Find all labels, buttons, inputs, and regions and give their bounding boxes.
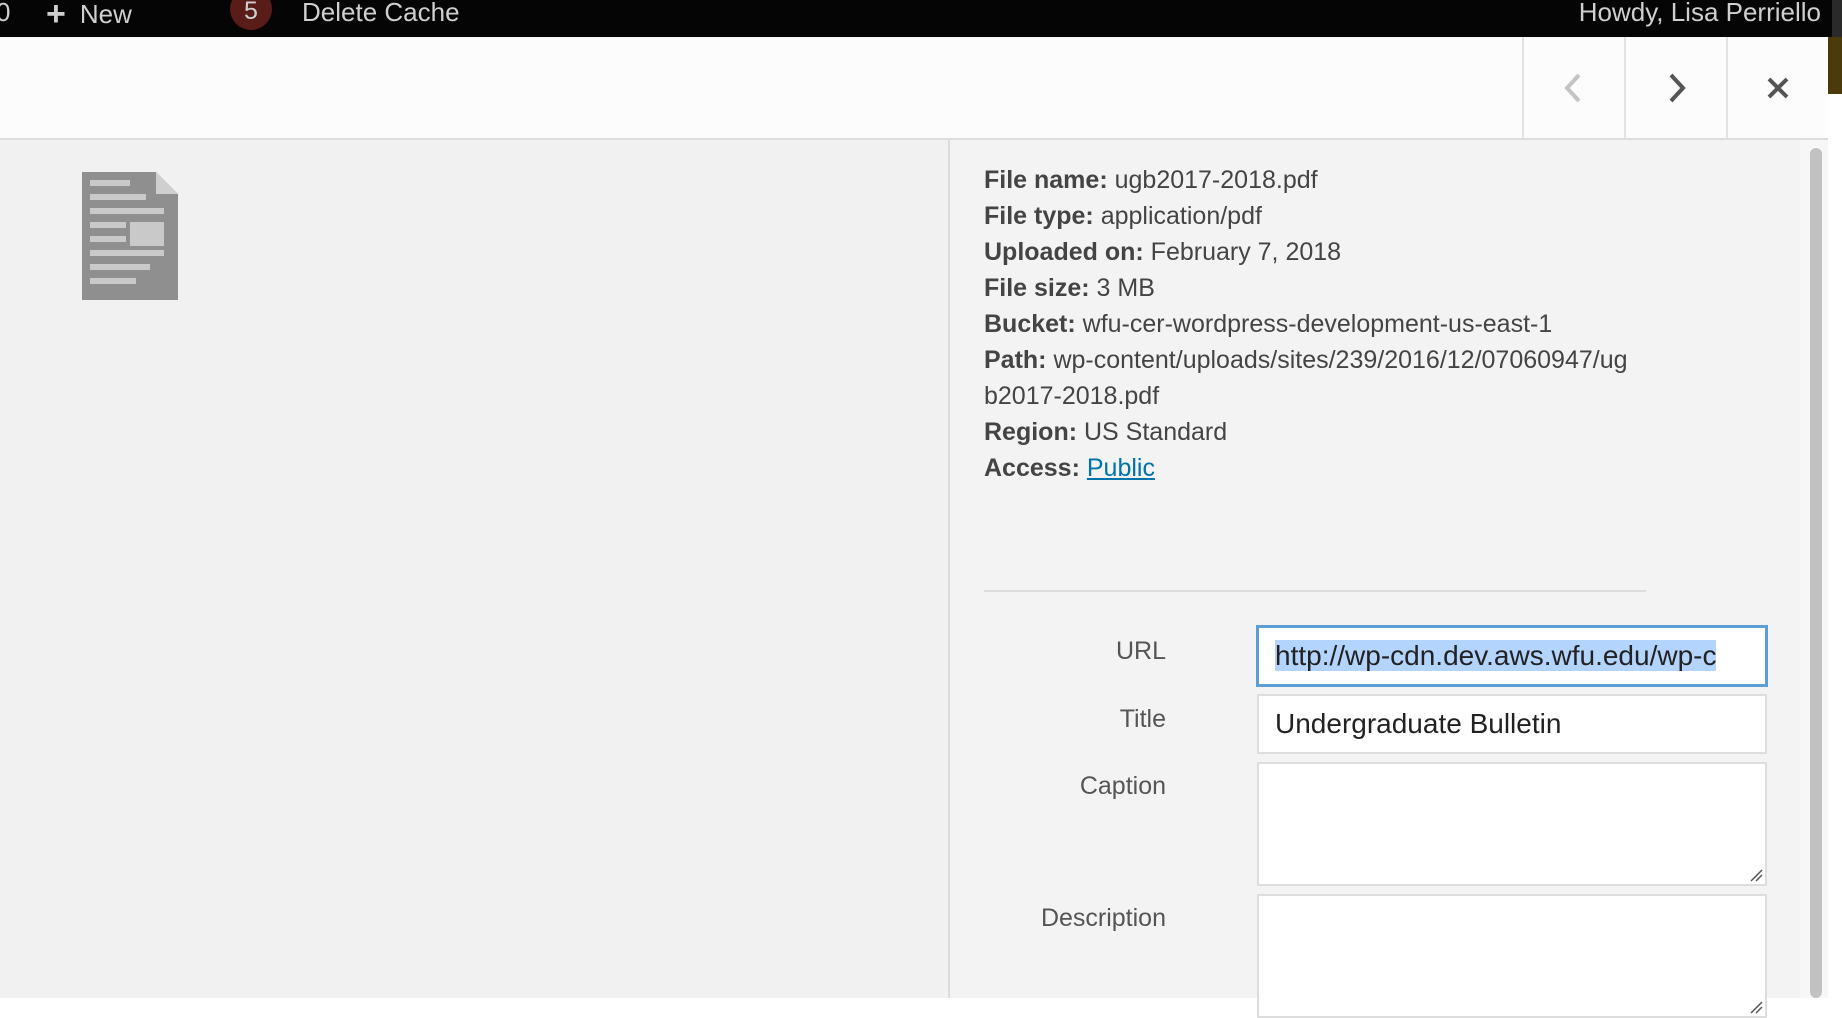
region-label: Region: xyxy=(984,418,1078,446)
path-value: wp-content/uploads/sites/239/2016/12/070… xyxy=(984,346,1628,410)
file-name-label: File name: xyxy=(984,166,1108,194)
description-label: Description xyxy=(1040,904,1166,932)
url-label: URL xyxy=(1115,637,1166,665)
bucket-row: Bucket: wfu-cer-wordpress-development-us… xyxy=(984,306,1634,342)
file-size-label: File size: xyxy=(984,274,1090,302)
toolbar-edge xyxy=(1828,37,1842,94)
document-icon xyxy=(82,172,178,300)
file-metadata: File name: ugb2017-2018.pdf File type: a… xyxy=(984,162,1634,486)
resize-grip-icon[interactable] xyxy=(1749,868,1763,882)
previous-attachment-button[interactable] xyxy=(1522,37,1623,138)
attachment-preview xyxy=(0,140,948,998)
file-type-label: File type: xyxy=(984,202,1094,230)
access-label: Access: xyxy=(984,454,1080,482)
access-link[interactable]: Public xyxy=(1087,454,1155,482)
divider xyxy=(984,590,1646,592)
file-type-row: File type: application/pdf xyxy=(984,198,1634,234)
attachment-details-panel: File name: ugb2017-2018.pdf File type: a… xyxy=(948,140,1800,1018)
chevron-left-icon xyxy=(1563,73,1580,102)
delete-cache-link[interactable]: Delete Cache xyxy=(302,0,460,28)
title-field[interactable]: Undergraduate Bulletin xyxy=(1257,694,1767,754)
details-scrollbar-thumb[interactable] xyxy=(1810,148,1822,998)
region-value: US Standard xyxy=(1084,418,1228,446)
bucket-value: wfu-cer-wordpress-development-us-east-1 xyxy=(1082,310,1553,338)
updates-count-badge[interactable]: 5 xyxy=(230,0,272,30)
admin-bar: 0 + New 5 Delete Cache Howdy, Lisa Perri… xyxy=(0,0,1842,37)
close-modal-button[interactable] xyxy=(1726,37,1827,138)
file-size-row: File size: 3 MB xyxy=(984,270,1634,306)
uploaded-on-label: Uploaded on: xyxy=(984,238,1144,266)
region-row: Region: US Standard xyxy=(984,414,1634,450)
caption-field[interactable] xyxy=(1257,762,1767,886)
path-row: Path: wp-content/uploads/sites/239/2016/… xyxy=(984,342,1634,414)
new-label: New xyxy=(79,0,132,29)
access-row: Access: Public xyxy=(984,450,1634,486)
path-label: Path: xyxy=(984,346,1047,374)
next-attachment-button[interactable] xyxy=(1624,37,1725,138)
admin-bar-count[interactable]: 0 xyxy=(0,0,10,28)
chevron-right-icon xyxy=(1669,73,1686,102)
url-value: http://wp-cdn.dev.aws.wfu.edu/wp-c xyxy=(1275,640,1717,671)
url-field[interactable]: http://wp-cdn.dev.aws.wfu.edu/wp-c xyxy=(1257,626,1767,686)
modal-header xyxy=(0,37,1828,140)
title-label: Title xyxy=(1119,705,1166,733)
description-field[interactable] xyxy=(1257,894,1767,1018)
resize-grip-icon[interactable] xyxy=(1749,1000,1763,1014)
file-type-value: application/pdf xyxy=(1100,202,1262,230)
file-name-row: File name: ugb2017-2018.pdf xyxy=(984,162,1634,198)
new-content-menu[interactable]: + New xyxy=(46,0,132,31)
attachment-details-modal: File name: ugb2017-2018.pdf File type: a… xyxy=(0,37,1828,1018)
avatar[interactable] xyxy=(1832,0,1842,37)
page-scrollbar[interactable] xyxy=(1828,94,1842,998)
file-name-value: ugb2017-2018.pdf xyxy=(1114,166,1318,194)
caption-label: Caption xyxy=(1079,772,1166,800)
uploaded-on-row: Uploaded on: February 7, 2018 xyxy=(984,234,1634,270)
file-size-value: 3 MB xyxy=(1096,274,1155,302)
user-greeting[interactable]: Howdy, Lisa Perriello xyxy=(1579,0,1821,28)
close-icon xyxy=(1767,77,1788,98)
plus-icon: + xyxy=(46,0,66,33)
bucket-label: Bucket: xyxy=(984,310,1076,338)
uploaded-on-value: February 7, 2018 xyxy=(1150,238,1342,266)
